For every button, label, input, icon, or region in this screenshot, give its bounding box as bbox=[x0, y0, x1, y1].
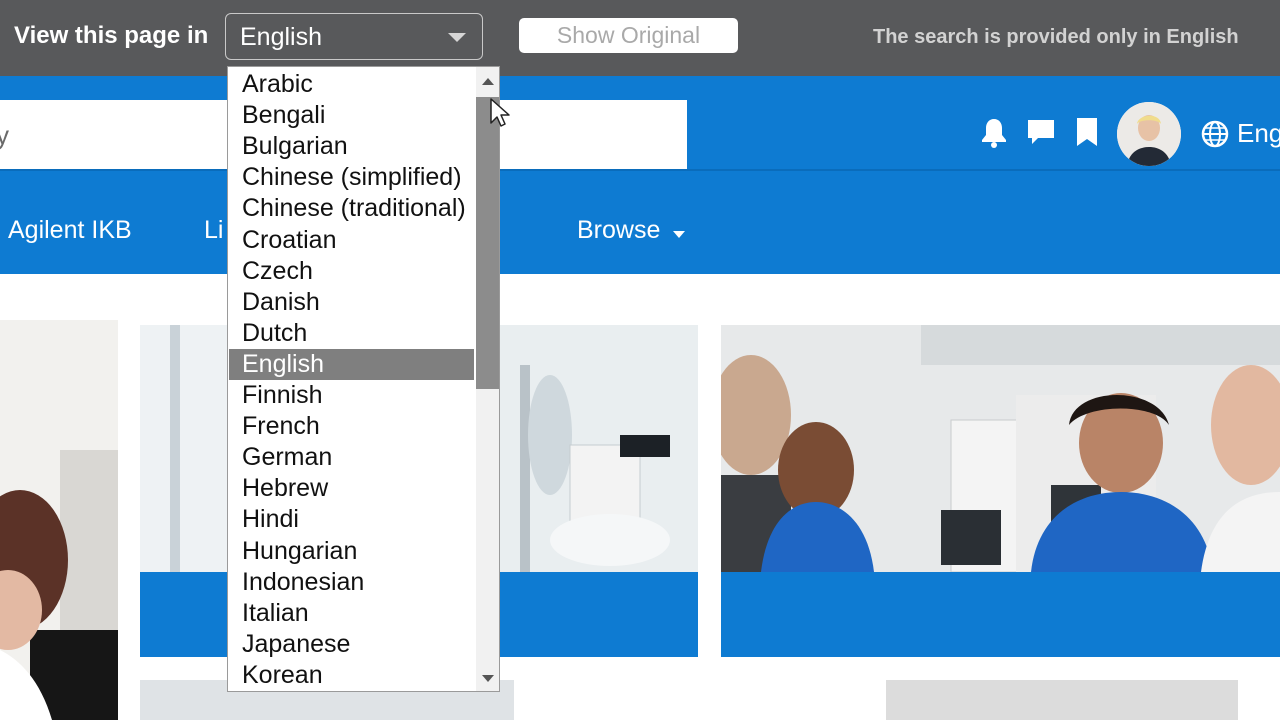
chevron-down-icon bbox=[448, 33, 466, 42]
language-option[interactable]: German bbox=[229, 442, 474, 473]
bookmark-icon[interactable] bbox=[1075, 117, 1099, 147]
card-about-community-title[interactable]: About the Agilent Community bbox=[748, 276, 1072, 303]
bell-icon[interactable] bbox=[980, 117, 1008, 149]
card-about-community[interactable] bbox=[721, 325, 1280, 657]
chevron-down-icon bbox=[673, 231, 685, 238]
chat-icon[interactable] bbox=[1026, 117, 1056, 147]
card-about-community-caption bbox=[721, 572, 1280, 657]
language-option[interactable]: Chinese (simplified) bbox=[229, 162, 474, 193]
language-option[interactable]: Italian bbox=[229, 598, 474, 629]
language-option[interactable]: Korean bbox=[229, 660, 474, 691]
language-option[interactable]: Bulgarian bbox=[229, 131, 474, 162]
language-option[interactable]: English bbox=[229, 348, 474, 380]
language-option[interactable]: Hungarian bbox=[229, 536, 474, 567]
language-option[interactable]: Indonesian bbox=[229, 567, 474, 598]
language-option[interactable]: Hindi bbox=[229, 504, 474, 535]
card-startup-title-end[interactable]: es bbox=[498, 276, 524, 303]
search-input-text: y bbox=[0, 120, 9, 150]
language-option[interactable]: Japanese bbox=[229, 629, 474, 660]
nav-item-browse[interactable]: Browse bbox=[577, 216, 660, 245]
show-original-button[interactable]: Show Original bbox=[519, 18, 738, 53]
translation-note: The search is provided only in English bbox=[873, 26, 1239, 48]
language-option[interactable]: Chinese (traditional) bbox=[229, 193, 474, 224]
dropdown-scrollbar-thumb[interactable] bbox=[476, 97, 499, 389]
language-dropdown-list[interactable]: Korean Japanese Italian Indonesian Hungarian… bbox=[227, 66, 500, 692]
language-option[interactable]: Bengali bbox=[229, 100, 474, 131]
nav-item-partial[interactable]: Li bbox=[204, 216, 223, 245]
scroll-up-arrow-icon[interactable] bbox=[482, 78, 494, 85]
language-option[interactable]: Croatian bbox=[229, 225, 474, 256]
language-option[interactable]: Dutch bbox=[229, 318, 474, 349]
avatar-portrait-icon bbox=[1117, 102, 1181, 166]
mouse-cursor-icon bbox=[490, 98, 510, 127]
card-row-2-image-2 bbox=[886, 680, 1238, 720]
translate-bar: View this page in English Show Original … bbox=[0, 0, 1280, 76]
translate-bar-label: View this page in bbox=[14, 22, 209, 49]
scroll-down-arrow-icon[interactable] bbox=[482, 675, 494, 682]
card-startup-title[interactable]: Startu bbox=[167, 276, 233, 303]
language-option[interactable]: Danish bbox=[229, 287, 474, 318]
globe-icon[interactable] bbox=[1201, 120, 1229, 148]
hero-photo bbox=[0, 320, 118, 720]
avatar[interactable] bbox=[1117, 102, 1181, 166]
card-about-community-image bbox=[721, 325, 1280, 572]
language-option[interactable]: Arabic bbox=[229, 69, 474, 100]
language-option[interactable]: Czech bbox=[229, 256, 474, 287]
language-option[interactable]: Hebrew bbox=[229, 473, 474, 504]
nav-item-agilent-ikb[interactable]: Agilent IKB bbox=[8, 216, 132, 245]
language-select[interactable]: English bbox=[225, 13, 483, 60]
nav-divider bbox=[0, 169, 1280, 171]
language-select-value: English bbox=[240, 23, 322, 51]
language-switcher-label[interactable]: Engli bbox=[1237, 118, 1280, 149]
language-option[interactable]: French bbox=[229, 411, 474, 442]
language-option[interactable]: Finnish bbox=[229, 380, 474, 411]
